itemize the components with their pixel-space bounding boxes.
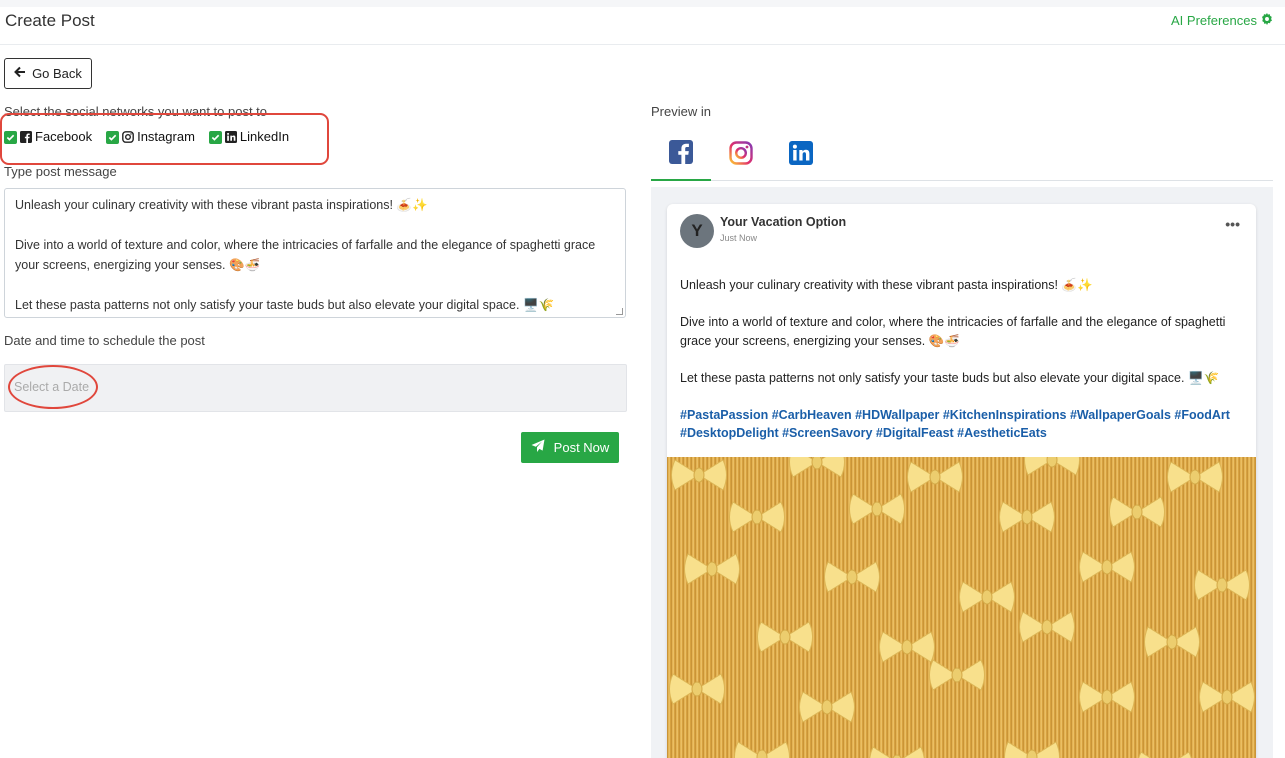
post-image-pasta bbox=[667, 457, 1256, 758]
top-strip bbox=[0, 0, 1285, 7]
annotation-highlight-rect bbox=[0, 113, 329, 165]
facebook-square-icon bbox=[669, 140, 693, 169]
post-author-name: Your Vacation Option bbox=[720, 215, 847, 229]
post-body: Unleash your culinary creativity with th… bbox=[680, 276, 1245, 461]
avatar: Y bbox=[680, 214, 714, 248]
post-paragraph: Let these pasta patterns not only satisf… bbox=[680, 370, 1220, 385]
paper-plane-icon bbox=[531, 439, 545, 456]
page-title: Create Post bbox=[5, 11, 95, 30]
message-line: Dive into a world of texture and color, … bbox=[15, 238, 596, 272]
ai-preferences-link[interactable]: AI Preferences bbox=[1171, 13, 1273, 28]
instagram-icon bbox=[729, 140, 753, 170]
post-hashtags: #PastaPassion #CarbHeaven #HDWallpaper #… bbox=[680, 407, 1230, 441]
facebook-post-preview-card: Y Your Vacation Option Just Now ••• Unle… bbox=[667, 204, 1256, 758]
tab-preview-facebook[interactable] bbox=[651, 130, 711, 181]
preview-label: Preview in bbox=[651, 104, 711, 119]
top-bar: Create Post AI Preferences bbox=[0, 0, 1285, 45]
more-options-icon[interactable]: ••• bbox=[1225, 216, 1240, 232]
post-paragraph: Dive into a world of texture and color, … bbox=[680, 315, 1226, 348]
arrow-left-icon bbox=[14, 66, 26, 81]
message-label: Type post message bbox=[4, 164, 117, 179]
message-line: Let these pasta patterns not only satisf… bbox=[15, 298, 555, 312]
textarea-resize-handle[interactable] bbox=[616, 308, 623, 315]
ai-preferences-label: AI Preferences bbox=[1171, 13, 1257, 28]
post-now-button[interactable]: Post Now bbox=[521, 432, 619, 463]
post-paragraph: Unleash your culinary creativity with th… bbox=[680, 278, 1093, 292]
post-now-label: Post Now bbox=[553, 440, 610, 455]
linkedin-icon bbox=[789, 140, 813, 170]
preview-area: Y Your Vacation Option Just Now ••• Unle… bbox=[651, 187, 1273, 758]
go-back-label: Go Back bbox=[32, 66, 82, 81]
gear-icon bbox=[1261, 13, 1273, 28]
post-message-textarea[interactable]: Unleash your culinary creativity with th… bbox=[4, 188, 626, 318]
annotation-highlight-oval bbox=[8, 365, 98, 409]
go-back-button[interactable]: Go Back bbox=[4, 58, 92, 89]
tab-preview-linkedin[interactable] bbox=[771, 130, 831, 180]
tab-preview-instagram[interactable] bbox=[711, 130, 771, 180]
post-timestamp: Just Now bbox=[720, 233, 758, 243]
schedule-label: Date and time to schedule the post bbox=[4, 333, 205, 348]
preview-tabs bbox=[651, 130, 1273, 181]
pasta-image-illustration bbox=[667, 457, 1256, 758]
message-line: Unleash your culinary creativity with th… bbox=[15, 198, 428, 212]
